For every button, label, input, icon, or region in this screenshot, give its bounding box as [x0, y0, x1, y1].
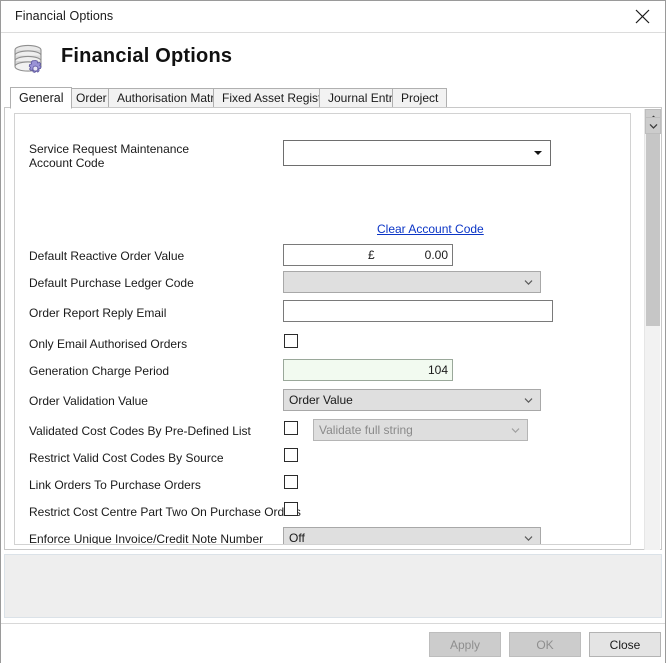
- title-bar: Financial Options: [1, 1, 665, 33]
- only-email-authorised-orders-label: Only Email Authorised Orders: [29, 337, 188, 351]
- form-scroll-container: Service Request Maintenance Account Code…: [4, 107, 662, 550]
- generation-charge-period-label: Generation Charge Period: [29, 364, 170, 378]
- restrict-valid-cost-codes-checkbox[interactable]: [284, 448, 298, 462]
- default-purchase-ledger-code-select[interactable]: [283, 271, 541, 293]
- apply-button[interactable]: Apply: [429, 632, 501, 657]
- generation-charge-period-input[interactable]: 104: [283, 359, 453, 381]
- default-reactive-order-value-label: Default Reactive Order Value: [29, 249, 185, 263]
- ok-button[interactable]: OK: [509, 632, 581, 657]
- order-validation-value-select[interactable]: Order Value: [283, 389, 541, 411]
- close-button[interactable]: Close: [589, 632, 661, 657]
- generation-charge-period-value: 104: [427, 363, 448, 377]
- tab-general[interactable]: General: [10, 87, 73, 109]
- validated-cost-codes-checkbox[interactable]: [284, 421, 298, 435]
- validated-cost-codes-mode-value: Validate full string: [319, 423, 413, 437]
- enforce-unique-invoice-label: Enforce Unique Invoice/Credit Note Numbe…: [29, 532, 264, 545]
- general-tab-panel: Service Request Maintenance Account Code…: [14, 113, 631, 545]
- order-report-reply-email-input[interactable]: [283, 300, 553, 322]
- enforce-unique-invoice-value: Off: [289, 531, 305, 545]
- link-orders-to-purchase-orders-label: Link Orders To Purchase Orders: [29, 478, 201, 492]
- form-vertical-scrollbar[interactable]: [644, 109, 661, 550]
- tab-bar: General Order Authorisation Matrix Fixed…: [4, 87, 662, 109]
- chevron-down-icon: [524, 534, 533, 543]
- service-request-account-code-label-line2: Account Code: [29, 156, 105, 170]
- link-orders-to-purchase-orders-checkbox[interactable]: [284, 475, 298, 489]
- coins-database-gear-icon: [9, 42, 55, 82]
- service-request-account-code-combobox[interactable]: [283, 140, 551, 166]
- dialog-button-bar: Apply OK Close: [1, 623, 665, 663]
- restrict-cost-centre-part-two-label: Restrict Cost Centre Part Two On Purchas…: [29, 505, 301, 519]
- restrict-cost-centre-part-two-checkbox[interactable]: [284, 502, 298, 516]
- service-request-account-code-label-line1: Service Request Maintenance: [29, 142, 190, 156]
- dropdown-arrow-icon: [534, 151, 542, 155]
- order-validation-value-text: Order Value: [289, 393, 353, 407]
- tab-project[interactable]: Project: [392, 88, 448, 108]
- page-title: Financial Options: [61, 45, 233, 67]
- order-validation-value-label: Order Validation Value: [29, 394, 148, 408]
- financial-options-dialog: Financial Options Financial Options Gene…: [0, 0, 666, 663]
- validated-cost-codes-mode-select[interactable]: Validate full string: [313, 419, 528, 441]
- default-purchase-ledger-code-label: Default Purchase Ledger Code: [29, 276, 194, 290]
- default-reactive-order-value-input[interactable]: £ 0.00: [283, 244, 453, 266]
- window-title: Financial Options: [15, 9, 114, 23]
- scroll-down-icon[interactable]: [645, 117, 661, 134]
- chevron-down-icon: [524, 278, 533, 287]
- order-report-reply-email-label: Order Report Reply Email: [29, 306, 167, 320]
- chevron-down-icon: [511, 426, 520, 435]
- lower-status-panel: [3, 553, 663, 619]
- restrict-valid-cost-codes-label: Restrict Valid Cost Codes By Source: [29, 451, 224, 465]
- clear-account-code-link[interactable]: Clear Account Code: [377, 222, 484, 236]
- scrollbar-thumb[interactable]: [646, 128, 660, 326]
- validated-cost-codes-label: Validated Cost Codes By Pre-Defined List: [29, 424, 251, 438]
- only-email-authorised-orders-checkbox[interactable]: [284, 334, 298, 348]
- default-reactive-order-value-text: 0.00: [424, 248, 448, 262]
- dialog-header: Financial Options: [1, 33, 665, 86]
- chevron-down-icon: [524, 396, 533, 405]
- enforce-unique-invoice-select[interactable]: Off: [283, 527, 541, 545]
- close-icon[interactable]: [619, 1, 665, 32]
- currency-symbol: £: [368, 248, 375, 262]
